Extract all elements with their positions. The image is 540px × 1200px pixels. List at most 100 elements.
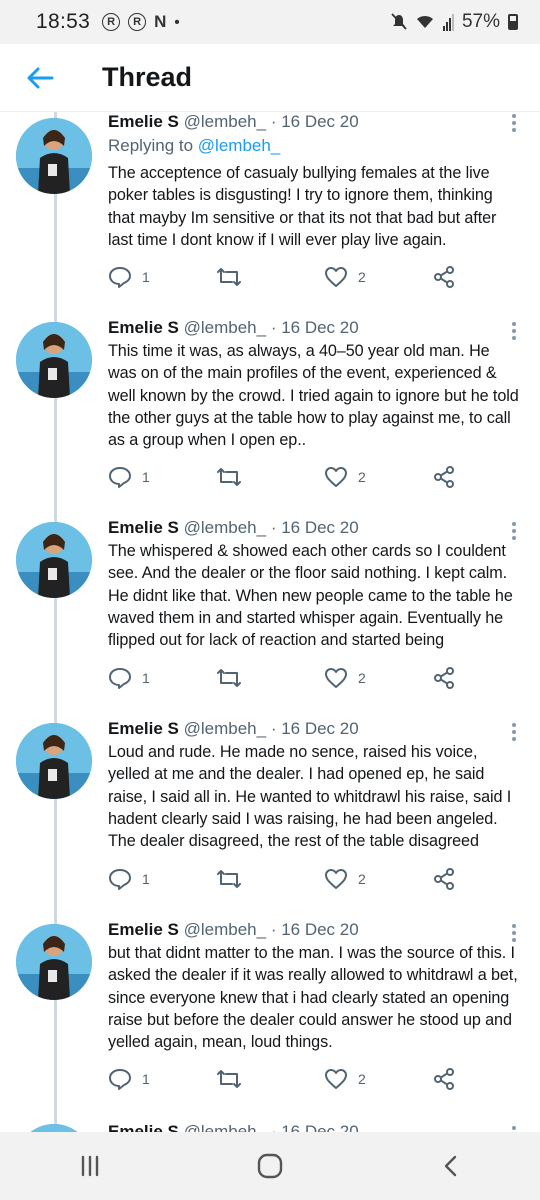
author-name[interactable]: Emelie S <box>108 112 179 131</box>
heart-icon <box>325 668 347 688</box>
author-handle[interactable]: @lembeh_ <box>184 719 266 738</box>
like-button[interactable]: 2 <box>324 666 366 690</box>
like-count: 2 <box>358 871 366 887</box>
system-back-button[interactable] <box>420 1146 480 1186</box>
replying-prefix: Replying to <box>108 136 194 155</box>
tweet[interactable]: Emelie S @lembeh_ · 16 Dec 20 <box>0 1120 540 1132</box>
reply-button[interactable]: 1 <box>108 465 150 489</box>
reply-icon <box>109 1069 131 1090</box>
signal-icon <box>442 13 454 31</box>
tweet-date[interactable]: · 16 Dec 20 <box>271 920 359 939</box>
tweet[interactable]: Emelie S @lembeh_ · 16 Dec 20 but that d… <box>0 920 540 1120</box>
home-icon <box>257 1153 283 1179</box>
retweet-button[interactable] <box>216 1067 242 1091</box>
avatar[interactable] <box>16 1124 92 1132</box>
author-name[interactable]: Emelie S <box>108 318 179 337</box>
more-options-icon[interactable] <box>512 322 518 343</box>
author-name[interactable]: Emelie S <box>108 518 179 537</box>
more-options-icon[interactable] <box>512 924 518 945</box>
share-button[interactable] <box>432 265 456 289</box>
tweet-date[interactable]: · 16 Dec 20 <box>271 112 359 131</box>
tweet[interactable]: Emelie S @lembeh_ · 16 Dec 20 Loud and r… <box>0 719 540 919</box>
like-button[interactable]: 2 <box>324 867 366 891</box>
tweet-header: Emelie S @lembeh_ · 16 Dec 20 <box>108 518 522 538</box>
avatar[interactable] <box>16 522 92 598</box>
retweet-button[interactable] <box>216 465 242 489</box>
like-count: 2 <box>358 670 366 686</box>
more-options-icon[interactable] <box>512 522 518 543</box>
tweet[interactable]: Emelie S @lembeh_ · 16 Dec 20 Replying t… <box>0 112 540 312</box>
heart-icon <box>325 1069 347 1089</box>
reply-count: 1 <box>142 269 150 285</box>
tweet[interactable]: Emelie S @lembeh_ · 16 Dec 20 The whispe… <box>0 518 540 718</box>
tweet-text: The whispered & showed each other cards … <box>108 542 513 650</box>
tweet-text: but that didnt matter to the man. I was … <box>108 944 518 1052</box>
author-name[interactable]: Emelie S <box>108 1122 179 1132</box>
tweet-text: This time it was, as always, a 40–50 yea… <box>108 342 519 450</box>
tweet-date[interactable]: · 16 Dec 20 <box>271 518 359 537</box>
author-handle[interactable]: @lembeh_ <box>184 1122 266 1132</box>
page-title: Thread <box>102 62 193 92</box>
share-button[interactable] <box>432 867 456 891</box>
retweet-button[interactable] <box>216 867 242 891</box>
reply-icon <box>109 467 131 488</box>
like-count: 2 <box>358 469 366 485</box>
tweet-text: Loud and rude. He made no sence, raised … <box>108 743 512 851</box>
heart-icon <box>325 467 347 487</box>
status-bar: 18:53 R R N • 57% <box>0 0 540 44</box>
reply-button[interactable]: 1 <box>108 265 150 289</box>
tweet-text: The acceptence of casualy bullying femal… <box>108 164 497 249</box>
like-button[interactable]: 2 <box>324 1067 366 1091</box>
share-button[interactable] <box>432 1067 456 1091</box>
retweet-button[interactable] <box>216 265 242 289</box>
home-button[interactable] <box>240 1146 300 1186</box>
system-nav-bar <box>0 1132 540 1200</box>
author-handle[interactable]: @lembeh_ <box>184 920 266 939</box>
reply-button[interactable]: 1 <box>108 867 150 891</box>
share-icon <box>434 466 454 488</box>
share-button[interactable] <box>432 465 456 489</box>
replying-to-link[interactable]: @lembeh_ <box>198 136 280 155</box>
avatar[interactable] <box>16 322 92 398</box>
tweet-actions: 1 2 <box>0 462 454 492</box>
reply-button[interactable]: 1 <box>108 1067 150 1091</box>
heart-icon <box>325 869 347 889</box>
retweet-icon <box>217 268 241 286</box>
more-notifications-dot: • <box>174 13 180 31</box>
back-arrow-icon <box>27 67 54 88</box>
tweet-actions: 1 2 <box>0 1064 454 1094</box>
heart-icon <box>325 267 347 287</box>
retweet-button[interactable] <box>216 666 242 690</box>
tweet-header: Emelie S @lembeh_ · 16 Dec 20 <box>108 318 522 338</box>
more-options-icon[interactable] <box>512 114 518 135</box>
like-button[interactable]: 2 <box>324 265 366 289</box>
recent-apps-icon <box>81 1155 99 1177</box>
chevron-left-icon <box>444 1155 457 1177</box>
reply-button[interactable]: 1 <box>108 666 150 690</box>
tweet[interactable]: Emelie S @lembeh_ · 16 Dec 20 This time … <box>0 318 540 518</box>
share-icon <box>434 1068 454 1090</box>
tweet-header: Emelie S @lembeh_ · 16 Dec 20 <box>108 920 522 940</box>
author-handle[interactable]: @lembeh_ <box>184 318 266 337</box>
tweet-date[interactable]: · 16 Dec 20 <box>271 318 359 337</box>
author-handle[interactable]: @lembeh_ <box>184 112 266 131</box>
avatar[interactable] <box>16 118 92 194</box>
notification-r-icon: R <box>128 13 147 31</box>
back-button[interactable] <box>0 44 80 112</box>
avatar[interactable] <box>16 723 92 799</box>
notification-icons: R R N • <box>102 12 180 32</box>
author-name[interactable]: Emelie S <box>108 719 179 738</box>
recent-apps-button[interactable] <box>60 1146 120 1186</box>
more-options-icon[interactable] <box>512 723 518 744</box>
avatar[interactable] <box>16 924 92 1000</box>
tweet-date[interactable]: · 16 Dec 20 <box>271 1122 359 1132</box>
notification-r-icon: R <box>102 13 121 31</box>
share-button[interactable] <box>432 666 456 690</box>
like-button[interactable]: 2 <box>324 465 366 489</box>
wifi-icon <box>416 15 433 28</box>
reply-count: 1 <box>142 469 150 485</box>
author-name[interactable]: Emelie S <box>108 920 179 939</box>
author-handle[interactable]: @lembeh_ <box>184 518 266 537</box>
tweet-actions: 1 2 <box>0 262 454 292</box>
tweet-date[interactable]: · 16 Dec 20 <box>271 719 359 738</box>
